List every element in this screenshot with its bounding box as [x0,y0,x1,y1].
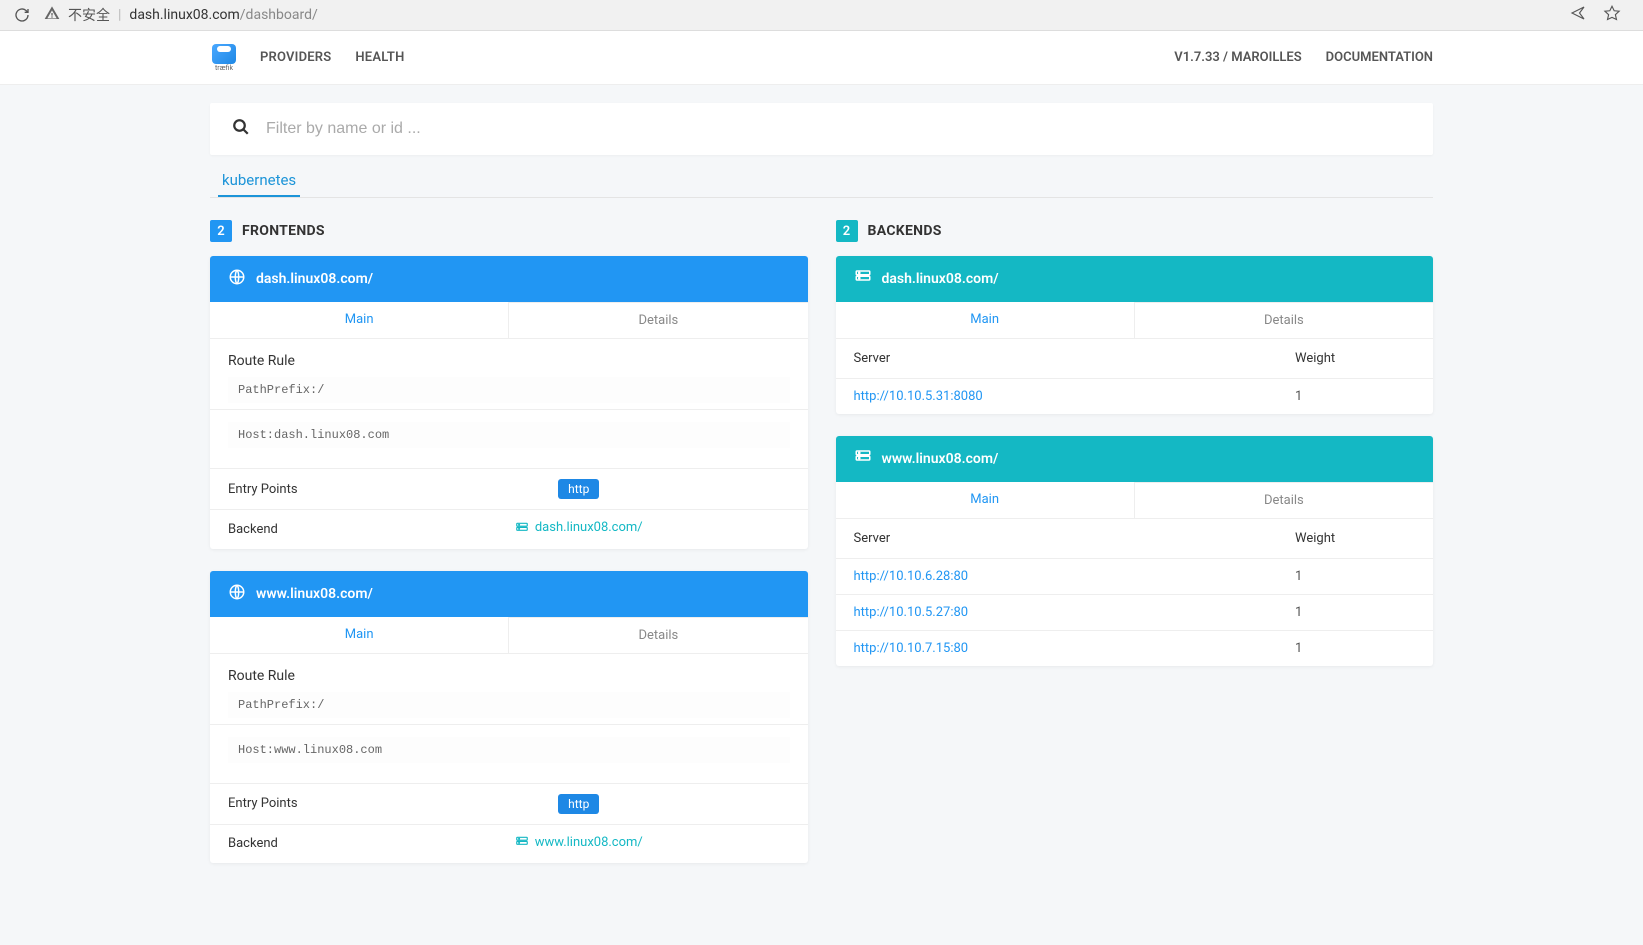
traefik-logo[interactable]: træfik [210,41,238,75]
globe-icon [228,268,246,290]
col-weight: Weight [1295,351,1415,366]
server-link[interactable]: http://10.10.5.27:80 [854,605,1296,620]
search-icon [232,118,250,140]
browser-address-bar: 不安全 | dash.linux08.com/dashboard/ [0,0,1643,31]
nav-documentation[interactable]: DOCUMENTATION [1326,50,1433,65]
route-rule-value: PathPrefix:/ [228,692,790,718]
backend-link[interactable]: www.linux08.com/ [515,835,643,850]
search-input[interactable] [266,120,1411,138]
url-separator: | [118,7,121,23]
tab-main[interactable]: Main [210,617,509,653]
route-rule-value: Host:dash.linux08.com [228,422,790,448]
provider-tabs: kubernetes [210,165,1433,198]
backends-count: 2 [836,220,858,242]
col-server: Server [854,531,1296,546]
tab-details[interactable]: Details [1135,302,1433,338]
top-nav: træfik PROVIDERS HEALTH V1.7.33 / MAROIL… [0,31,1643,85]
table-row: http://10.10.5.31:8080 1 [836,378,1434,414]
server-weight: 1 [1295,389,1415,404]
table-row: http://10.10.5.27:80 1 [836,594,1434,630]
frontend-card: www.linux08.com/ Main Details Route Rule… [210,571,808,864]
tab-kubernetes[interactable]: kubernetes [218,165,300,197]
reload-icon[interactable] [14,7,30,23]
backend-name: www.linux08.com/ [882,451,999,467]
frontend-card-header: dash.linux08.com/ [210,256,808,302]
route-rule-value: Host:www.linux08.com [228,737,790,763]
tab-main[interactable]: Main [210,302,509,338]
backend-label: Backend [228,522,368,537]
entry-point-pill: http [558,479,599,499]
backend-card: dash.linux08.com/ Main Details Server We… [836,256,1434,414]
frontends-count: 2 [210,220,232,242]
url-text[interactable]: dash.linux08.com/dashboard/ [129,7,317,23]
backend-card-header: dash.linux08.com/ [836,256,1434,302]
frontend-card-header: www.linux08.com/ [210,571,808,617]
nav-health[interactable]: HEALTH [355,50,404,65]
frontends-column: 2 FRONTENDS dash.linux08.com/ Main Detai… [210,220,808,885]
route-rule-label: Route Rule [228,353,790,369]
entry-point-pill: http [558,794,599,814]
backends-column: 2 BACKENDS dash.linux08.com/ Main Detail… [836,220,1434,885]
server-link[interactable]: http://10.10.6.28:80 [854,569,1296,584]
server-link[interactable]: http://10.10.5.31:8080 [854,389,1296,404]
globe-icon [228,583,246,605]
frontend-card: dash.linux08.com/ Main Details Route Rul… [210,256,808,549]
server-icon [854,448,872,470]
backend-label: Backend [228,836,368,851]
frontend-name: dash.linux08.com/ [256,271,373,287]
server-weight: 1 [1295,641,1415,656]
server-link[interactable]: http://10.10.7.15:80 [854,641,1296,656]
col-weight: Weight [1295,531,1415,546]
col-server: Server [854,351,1296,366]
search-bar [210,103,1433,155]
tab-main[interactable]: Main [836,302,1135,338]
tab-details[interactable]: Details [509,617,807,653]
table-row: http://10.10.6.28:80 1 [836,558,1434,594]
tab-details[interactable]: Details [1135,482,1433,518]
tab-details[interactable]: Details [509,302,807,338]
entry-points-label: Entry Points [228,796,368,811]
backend-link[interactable]: dash.linux08.com/ [515,520,643,535]
server-icon [854,268,872,290]
frontend-name: www.linux08.com/ [256,586,373,602]
insecure-label: 不安全 [68,5,110,25]
route-rule-value: PathPrefix:/ [228,377,790,403]
page-body: kubernetes 2 FRONTENDS dash.linux08.com/… [0,85,1643,945]
backend-card: www.linux08.com/ Main Details Server Wei… [836,436,1434,666]
star-icon[interactable] [1603,4,1621,26]
table-row: http://10.10.7.15:80 1 [836,630,1434,666]
backends-title: BACKENDS [868,223,942,239]
backend-card-header: www.linux08.com/ [836,436,1434,482]
server-weight: 1 [1295,569,1415,584]
server-weight: 1 [1295,605,1415,620]
entry-points-label: Entry Points [228,482,368,497]
frontends-title: FRONTENDS [242,223,325,239]
insecure-icon [44,5,60,25]
nav-providers[interactable]: PROVIDERS [260,50,331,65]
tab-main[interactable]: Main [836,482,1135,518]
route-rule-label: Route Rule [228,668,790,684]
nav-version[interactable]: V1.7.33 / MAROILLES [1174,50,1301,65]
send-icon[interactable] [1569,4,1587,26]
backend-name: dash.linux08.com/ [882,271,999,287]
